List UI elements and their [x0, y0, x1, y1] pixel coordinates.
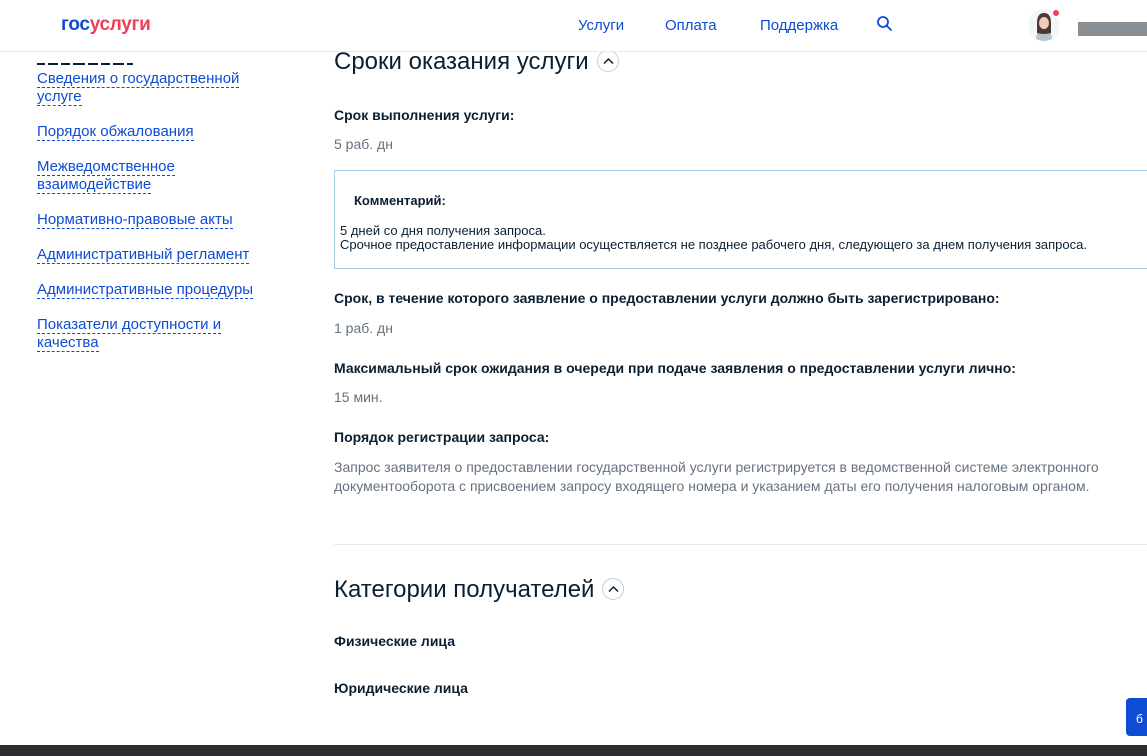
queue-term-value: 15 мин.	[334, 389, 383, 405]
registration-order-label: Порядок регистрации запроса:	[334, 429, 550, 445]
nav-payment[interactable]: Оплата	[665, 17, 717, 34]
comment-line-1: 5 дней со дня получения запроса.	[340, 223, 546, 238]
chevron-up-icon	[603, 57, 614, 64]
registration-order-text: Запрос заявителя о предоставлении госуда…	[334, 459, 1099, 494]
sidebar-item-quality[interactable]: Показатели доступности и качества	[37, 316, 267, 352]
terms-title-text: Сроки оказания услуги	[334, 48, 589, 75]
top-header: госуслуги Услуги Оплата Поддержка	[0, 0, 1147, 52]
gosuslugi-logo[interactable]: госуслуги	[61, 14, 151, 36]
help-chat-button[interactable]: б	[1126, 698, 1147, 736]
notification-dot	[1052, 9, 1060, 17]
registration-term-label: Срок, в течение которого заявление о пре…	[334, 290, 1000, 306]
logo-part-uslugi: услуги	[89, 14, 151, 35]
section-title-terms: Сроки оказания услуги	[334, 48, 619, 76]
sidebar-item-regulations[interactable]: Административный регламент	[37, 246, 267, 264]
collapse-terms-button[interactable]	[596, 49, 619, 72]
recipient-individuals: Физические лица	[334, 633, 455, 649]
user-name-redacted[interactable]	[1078, 22, 1147, 36]
sidebar-heading-cut	[37, 52, 157, 65]
execution-term-value: 5 раб. дн	[334, 136, 393, 152]
execution-term-label: Срок выполнения услуги:	[334, 107, 515, 123]
comment-box: Комментарий: 5 дней со дня получения зап…	[334, 170, 1147, 269]
recipient-legal-entities: Юридические лица	[334, 680, 468, 696]
sidebar-item-interagency[interactable]: Межведомственное взаимодействие	[37, 158, 267, 194]
chevron-up-icon	[608, 585, 619, 592]
sidebar-item-appeal[interactable]: Порядок обжалования	[37, 123, 267, 141]
search-icon[interactable]	[876, 15, 894, 33]
section-title-recipients: Категории получателей	[334, 576, 625, 604]
sidebar-item-service-info[interactable]: Сведения о государственной услуге	[37, 70, 267, 106]
nav-services[interactable]: Услуги	[578, 17, 624, 34]
registration-term-value: 1 раб. дн	[334, 320, 393, 336]
nav-support[interactable]: Поддержка	[760, 17, 838, 34]
collapse-recipients-button[interactable]	[602, 577, 625, 600]
recipients-title-text: Категории получателей	[334, 576, 595, 603]
sidebar-nav: Сведения о государственной услуге Порядо…	[37, 70, 267, 369]
queue-term-label: Максимальный срок ожидания в очереди при…	[334, 360, 1016, 376]
section-divider	[334, 544, 1147, 545]
logo-part-gos: гос	[61, 14, 90, 35]
comment-title: Комментарий:	[354, 193, 446, 208]
sidebar-item-legal-acts[interactable]: Нормативно-правовые акты	[37, 211, 267, 229]
footer-bar	[0, 745, 1147, 756]
comment-line-2: Срочное предоставление информации осущес…	[340, 237, 1087, 252]
sidebar-item-procedures[interactable]: Административные процедуры	[37, 281, 267, 299]
